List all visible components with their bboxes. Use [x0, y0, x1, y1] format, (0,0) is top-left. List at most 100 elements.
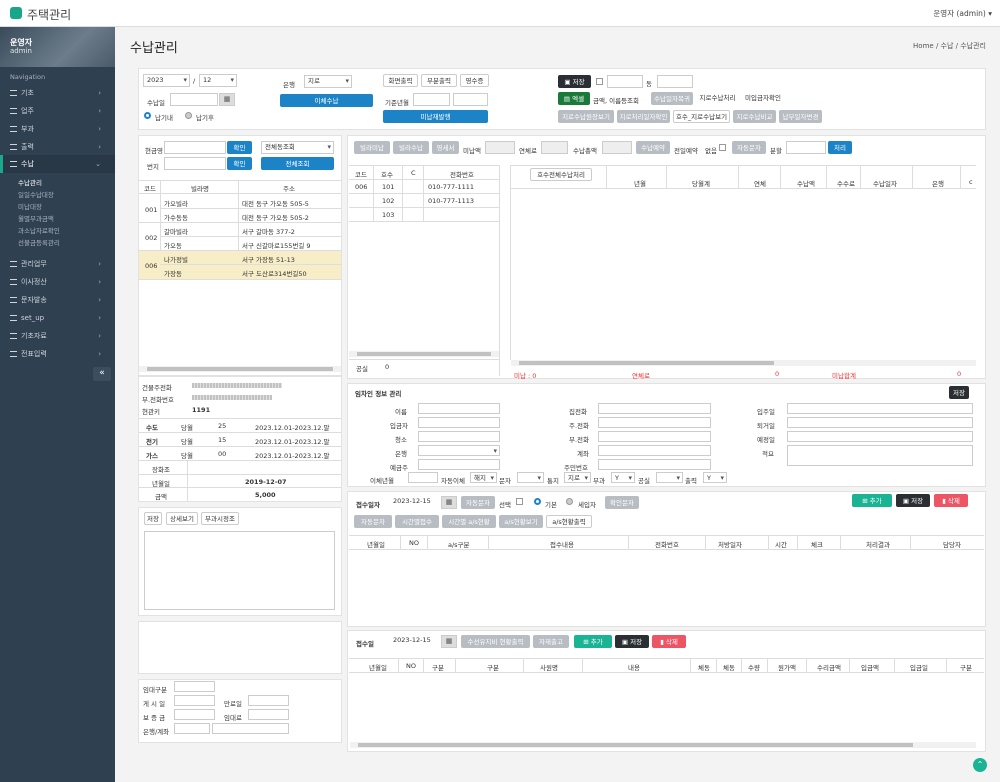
res-name-input[interactable] [418, 403, 500, 414]
confirm-sms-button[interactable]: 확인문자 [605, 496, 639, 509]
nav-item-mgmt[interactable]: 관리업무 › [0, 255, 115, 273]
bill-select[interactable]: Y [611, 472, 635, 483]
giro-compare-button[interactable]: 지로수납비교 [733, 110, 776, 123]
bldg-confirm-button[interactable]: 확인 [227, 141, 252, 154]
bldg-search-input[interactable] [164, 141, 226, 154]
nav-item-moving[interactable]: 이사정산 › [0, 273, 115, 291]
memo-save-button[interactable]: 저장 [144, 512, 162, 525]
res-note-textarea[interactable] [787, 445, 973, 466]
memo-detail-button[interactable]: 상세보기 [166, 512, 198, 525]
sub-item-monthly-bill[interactable]: 월별부과금액 [18, 213, 54, 223]
repair-delete-button[interactable]: ▮ 삭제 [652, 635, 686, 648]
material-out-button[interactable]: 자재출고 [533, 635, 569, 648]
sms-select[interactable] [517, 472, 544, 483]
nav-item-setup[interactable]: set_up › [0, 309, 115, 327]
table-row[interactable]: 006 [355, 183, 367, 191]
top-checkbox[interactable] [596, 78, 603, 85]
memo-extra-button[interactable]: 부과시정조 [201, 512, 239, 525]
res-main-tel-input[interactable] [598, 417, 711, 428]
table-row[interactable]: 103 [382, 211, 394, 219]
addr-confirm-button[interactable]: 확인 [227, 157, 252, 170]
deposit-input[interactable] [174, 709, 215, 720]
giro-select[interactable]: 지로 [564, 472, 591, 483]
house-giro-button[interactable]: 호수_지로수납보기 [673, 110, 730, 123]
as-view-button[interactable]: a/s현황보기 [499, 515, 543, 528]
statement-button[interactable]: 영세서 [432, 141, 459, 154]
recv-restore-button[interactable]: 수납일자복귀 [651, 92, 693, 105]
nav-item-basedata[interactable]: 기초자료 › [0, 327, 115, 345]
unpaid-check-button[interactable]: 미입금자확인 [742, 92, 784, 105]
user-menu[interactable]: 운영자 (admin) ▾ [933, 8, 992, 19]
scroll-top-button[interactable]: ⌃ [973, 758, 987, 772]
table-row[interactable]: 102 [382, 197, 394, 205]
giro-process-button[interactable]: 지로수납처리 [696, 92, 739, 105]
top-input-a[interactable] [607, 75, 643, 88]
unpaid-input[interactable] [485, 141, 515, 154]
reception-auto-sms-button[interactable]: 자동문자 [461, 496, 495, 509]
villa-paid-button[interactable]: 빌라수납 [393, 141, 429, 154]
radio-after-due[interactable] [185, 112, 192, 119]
year-select[interactable]: 2023 [143, 74, 190, 87]
giro-date-button[interactable]: 지로처리일자확인 [617, 110, 670, 123]
split-input[interactable] [786, 141, 826, 154]
auto-sms-button-2[interactable]: 자동문자 [354, 515, 392, 528]
nav-item-voucher[interactable]: 전표입력 › [0, 345, 115, 363]
nav-item-print[interactable]: 출력 › [0, 138, 115, 156]
transfer-payment-button[interactable]: 이체수납 [280, 94, 373, 107]
res-moveout-input[interactable] [787, 417, 973, 428]
res-planned-input[interactable] [787, 431, 973, 442]
recv-date-input[interactable] [170, 93, 218, 106]
reception-add-button[interactable]: ⊞ 추가 [852, 494, 892, 507]
sub-item-prepaid[interactable]: 선불금등록관리 [18, 237, 60, 247]
auto-transfer-input[interactable] [408, 472, 438, 483]
memo-textarea[interactable] [144, 531, 335, 610]
reception-delete-button[interactable]: ▮ 삭제 [934, 494, 968, 507]
reception-date-input[interactable]: 2023-12-15 [390, 496, 440, 509]
pay-date-button[interactable]: 납부일자변경 [779, 110, 822, 123]
house-scrollbar[interactable] [349, 351, 499, 357]
res-depositor-input[interactable] [418, 417, 500, 428]
res-home-tel-input[interactable] [598, 403, 711, 414]
sub-item-unpaid-ledger[interactable]: 미납대장 [18, 201, 42, 211]
radio-tenant[interactable] [566, 498, 573, 505]
auto-sms-button[interactable]: 자동문자 [732, 141, 766, 154]
house-all-payment-button[interactable]: 호수전체수납처리 [530, 168, 592, 181]
dong-input[interactable] [657, 75, 693, 88]
repair-date-input[interactable]: 2023-12-15 [390, 635, 440, 648]
rent-input[interactable] [248, 709, 289, 720]
none-checkbox[interactable] [719, 144, 726, 151]
account-input[interactable] [212, 723, 289, 734]
base-ym-input-1[interactable] [413, 93, 450, 106]
total-input[interactable] [602, 141, 632, 154]
sub-item-underpaid[interactable]: 과소납자료확인 [18, 225, 60, 235]
print-part-button[interactable]: 부분출력 [421, 74, 457, 87]
res-account-input[interactable] [598, 445, 711, 456]
expire-input[interactable] [248, 695, 289, 706]
nav-item-owner[interactable]: 업주 › [0, 102, 115, 120]
repair-add-button[interactable]: ⊞ 추가 [574, 635, 612, 648]
print-screen-button[interactable]: 화면출력 [383, 74, 418, 87]
unpaid-notice-button[interactable]: 미납재발행 [383, 110, 488, 123]
repair-save-button[interactable]: ▣ 저장 [615, 635, 649, 648]
repair-scrollbar[interactable] [350, 742, 976, 748]
bank-input[interactable] [174, 723, 210, 734]
cancel-select[interactable]: 해지 [470, 472, 497, 483]
res-ssn-input[interactable] [598, 459, 711, 470]
nav-item-sms[interactable]: 문자발송 › [0, 291, 115, 309]
res-movein-input[interactable] [787, 403, 973, 414]
res-holder-input[interactable] [418, 459, 500, 470]
overdue-input[interactable] [541, 141, 568, 154]
process-button[interactable]: 처리 [828, 141, 852, 154]
res-sub-tel-input[interactable] [598, 431, 711, 442]
hourly-as-button[interactable]: 시간별 a/s현황 [442, 515, 496, 528]
collapse-sidebar-button[interactable]: « [93, 367, 111, 381]
nav-item-billing[interactable]: 부과 › [0, 120, 115, 138]
repair-print-button[interactable]: 수선유지비 현황출력 [461, 635, 530, 648]
ledger-scrollbar[interactable] [511, 360, 976, 366]
res-bank-select[interactable] [418, 445, 500, 456]
hourly-reception-button[interactable]: 시간별접수 [395, 515, 439, 528]
radio-before-due[interactable] [144, 112, 151, 119]
radio-basic[interactable] [534, 498, 541, 505]
receipt-button[interactable]: 영수증 [460, 74, 489, 87]
calendar-icon[interactable]: ▦ [441, 635, 457, 648]
